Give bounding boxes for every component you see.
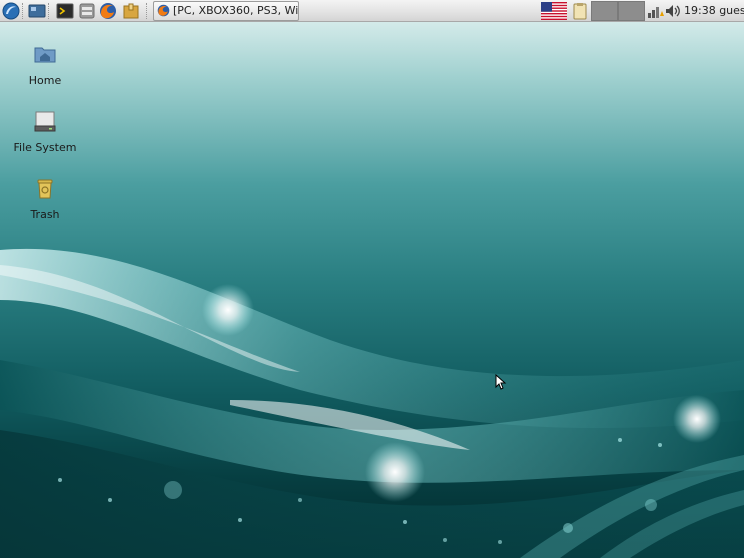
home-folder-icon bbox=[33, 42, 57, 66]
clipboard-icon[interactable] bbox=[571, 2, 589, 20]
trash-icon bbox=[33, 176, 57, 200]
firefox-icon bbox=[157, 4, 170, 20]
desktop-icon-home[interactable]: Home bbox=[5, 42, 85, 87]
network-icon[interactable] bbox=[647, 2, 665, 20]
taskbar-window-button[interactable]: [PC, XBOX360, PS3, Wii, ... bbox=[153, 1, 299, 21]
desktop-icon-file-system[interactable]: File System bbox=[5, 109, 85, 154]
volume-icon[interactable] bbox=[664, 2, 682, 20]
taskbar-window-title: [PC, XBOX360, PS3, Wii, ... bbox=[173, 4, 299, 17]
desktop-icon-label: File System bbox=[13, 141, 77, 154]
drive-icon bbox=[33, 109, 57, 133]
menu-icon[interactable] bbox=[2, 2, 20, 20]
panel-clock-area[interactable]: 19:38 guest bbox=[684, 0, 744, 22]
workspace-1[interactable] bbox=[591, 1, 618, 21]
desktop-icon-trash[interactable]: Trash bbox=[5, 176, 85, 221]
workspace-2[interactable] bbox=[618, 1, 645, 21]
mouse-pointer-icon bbox=[495, 373, 507, 394]
terminal-icon[interactable] bbox=[56, 2, 74, 20]
wave-decoration bbox=[0, 248, 744, 558]
panel-separator bbox=[146, 3, 149, 19]
top-panel: [PC, XBOX360, PS3, Wii, ... bbox=[0, 0, 744, 22]
desktop-icon-label: Home bbox=[28, 74, 62, 87]
us-flag-icon[interactable] bbox=[541, 2, 567, 20]
desktop-wallpaper bbox=[0, 0, 744, 558]
archive-icon[interactable] bbox=[122, 2, 140, 20]
panel-separator bbox=[48, 3, 51, 19]
clock-time: 19:38 bbox=[684, 4, 716, 17]
panel-separator bbox=[22, 3, 25, 19]
firefox-icon[interactable] bbox=[99, 2, 117, 20]
file-manager-icon[interactable] bbox=[78, 2, 96, 20]
desktop-icon[interactable] bbox=[28, 2, 46, 20]
username-label: guest bbox=[719, 4, 744, 17]
desktop-icon-label: Trash bbox=[30, 208, 60, 221]
